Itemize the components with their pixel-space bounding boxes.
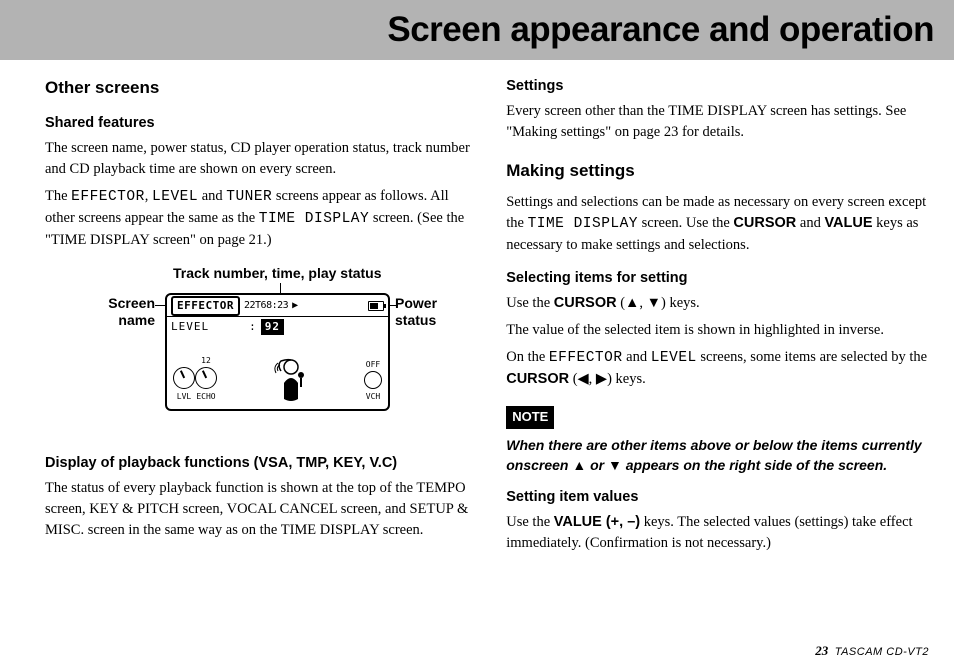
lcd-param-row: LEVEL : 92 [167, 317, 388, 337]
para-selecting-1: Use the CURSOR (▲, ▼) keys. [506, 293, 929, 314]
lcd-icon-row: LVL 12 ECHO [167, 337, 388, 405]
vch-indicator: OFF VCH [364, 359, 382, 403]
para-selecting-3: On the EFFECTOR and LEVEL screens, some … [506, 347, 929, 390]
heading-other-screens: Other screens [45, 76, 476, 101]
note-badge: NOTE [506, 406, 554, 429]
footer: 23 TASCAM CD-VT2 [815, 643, 929, 659]
screen-ref-effector: EFFECTOR [549, 350, 623, 366]
page-number: 23 [815, 643, 828, 658]
heading-playback-functions: Display of playback functions (VSA, TMP,… [45, 453, 476, 474]
left-column: Other screens Shared features The screen… [45, 70, 476, 560]
right-column: Settings Every screen other than the TIM… [506, 70, 929, 560]
play-icon: ▶ [292, 299, 298, 314]
key-ref-cursor: CURSOR [506, 371, 569, 387]
vch-label: VCH [364, 391, 382, 403]
screen-ref-effector: EFFECTOR [71, 189, 145, 205]
vch-icon [364, 371, 382, 389]
screen-ref-time-display: TIME DISPLAY [528, 216, 638, 232]
para-selecting-2: The value of the selected item is shown … [506, 320, 929, 341]
lcd-diagram: Track number, time, play status Screen n… [45, 265, 476, 435]
para-settings: Every screen other than the TIME DISPLAY… [506, 101, 929, 143]
screen-ref-level: LEVEL [152, 189, 198, 205]
para-values: Use the VALUE (+, –) keys. The selected … [506, 512, 929, 554]
knob-value: 12 [195, 355, 217, 367]
knob-label: LVL [173, 391, 195, 403]
para-making-1: Settings and selections can be made as n… [506, 192, 929, 256]
heading-setting-values: Setting item values [506, 487, 929, 508]
text: screen. Use the [638, 215, 733, 231]
text: The [45, 188, 71, 204]
vch-status: OFF [364, 359, 382, 371]
text: screens, some items are selected by the [697, 349, 927, 365]
lcd-param-name: LEVEL [171, 319, 209, 335]
text: and [796, 215, 824, 231]
leader-line [390, 305, 398, 306]
knob-icon [195, 367, 217, 389]
callout-power-status: Power status [395, 295, 437, 329]
text: Use the [506, 514, 554, 530]
header-bar: Screen appearance and operation [0, 0, 954, 60]
note-text: When there are other items above or belo… [506, 435, 929, 476]
heading-selecting-items: Selecting items for setting [506, 268, 929, 289]
battery-icon [368, 301, 384, 311]
para-shared-2: The EFFECTOR, LEVEL and TUNER screens ap… [45, 186, 476, 251]
lcd-param-value: 92 [261, 319, 284, 335]
key-ref-value: VALUE (+, –) [554, 514, 640, 530]
screen-ref-time-display: TIME DISPLAY [259, 211, 369, 227]
knob-icon [173, 367, 195, 389]
text: Use the [506, 295, 554, 311]
text: and [623, 349, 651, 365]
lcd-colon: : [249, 319, 257, 335]
key-ref-cursor: CURSOR [554, 295, 617, 311]
heading-making-settings: Making settings [506, 159, 929, 184]
content: Other screens Shared features The screen… [0, 60, 954, 560]
text: and [198, 188, 226, 204]
key-ref-cursor: CURSOR [733, 215, 796, 231]
screen-ref-level: LEVEL [651, 350, 697, 366]
lvl-knob: LVL [173, 355, 195, 403]
page-title: Screen appearance and operation [20, 10, 934, 50]
product-model: TASCAM CD-VT2 [835, 646, 929, 658]
echo-knob: 12 ECHO [195, 355, 217, 403]
singer-icon [273, 357, 309, 403]
screen-ref-tuner: TUNER [226, 189, 272, 205]
lcd-screen-name: EFFECTOR [171, 296, 240, 316]
heading-shared-features: Shared features [45, 113, 476, 134]
para-shared-1: The screen name, power status, CD player… [45, 138, 476, 180]
text: On the [506, 349, 549, 365]
lcd-track-time: 22T68:23 [244, 299, 288, 314]
knob-label: ECHO [195, 391, 217, 403]
text: (◀, ▶) keys. [569, 371, 646, 387]
text: , [145, 188, 152, 204]
key-ref-value: VALUE [824, 215, 872, 231]
callout-screen-name: Screen name [95, 295, 155, 329]
callout-track-time-status: Track number, time, play status [173, 265, 382, 282]
heading-settings: Settings [506, 76, 929, 97]
para-playback: The status of every playback function is… [45, 478, 476, 541]
text: (▲, ▼) keys. [617, 295, 700, 311]
lcd-header-row: EFFECTOR 22T68:23 ▶ [167, 295, 388, 317]
lcd-screen: EFFECTOR 22T68:23 ▶ LEVEL : 92 LVL [165, 293, 390, 411]
